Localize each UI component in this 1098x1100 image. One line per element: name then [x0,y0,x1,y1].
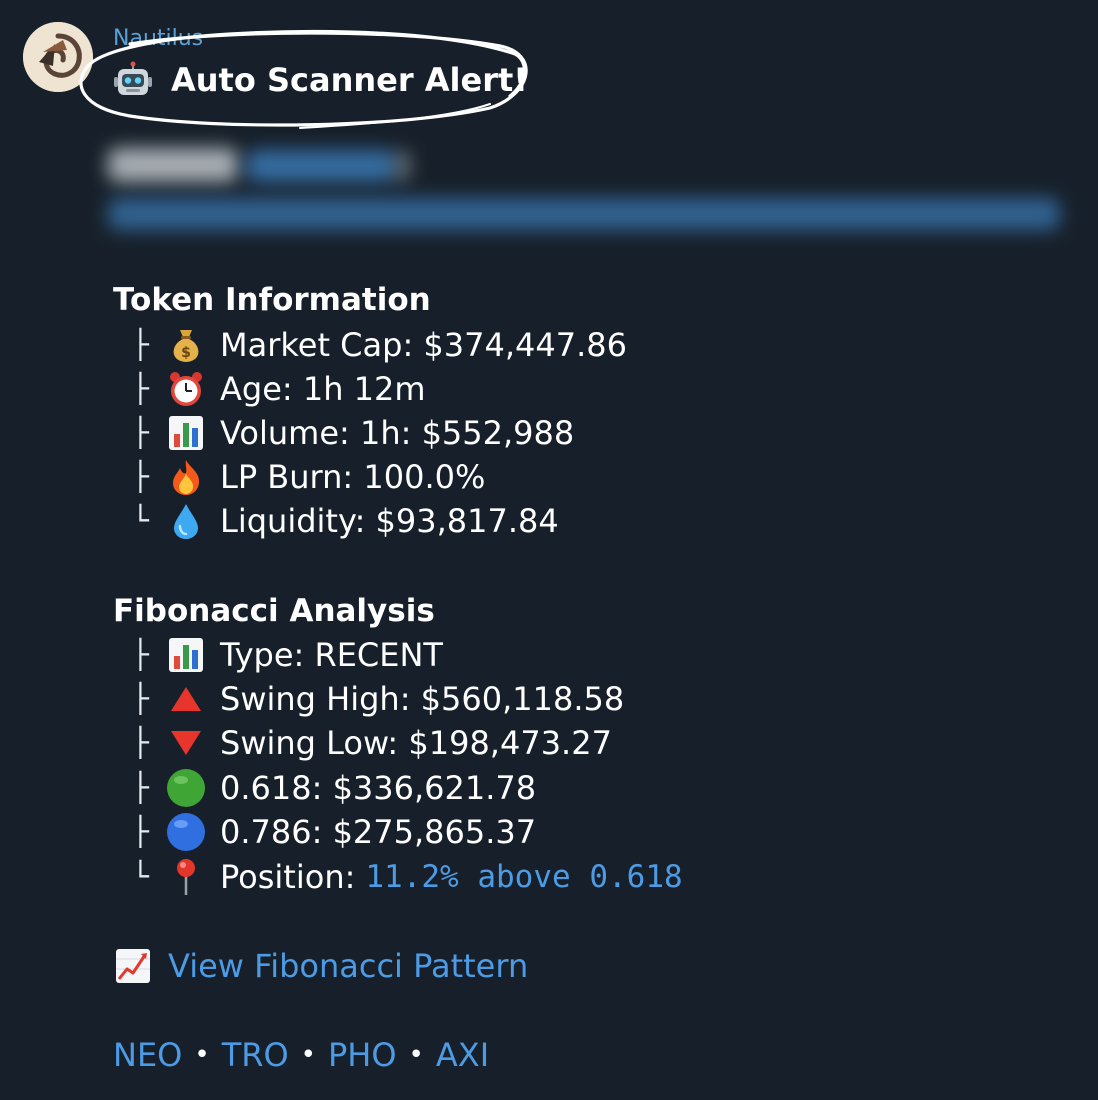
fib-row-swing-high: ├ Swing High: $560,118.58 [132,677,624,721]
swing-low-text: Swing Low: $198,473.27 [220,724,612,762]
robot-icon [113,60,153,100]
tree-branch: ├ [132,372,149,405]
tree-branch: ├ [132,416,149,449]
tag-separator: • [300,1040,316,1070]
tree-branch: ├ [132,682,149,715]
tree-branch: └ [132,860,149,893]
token-info-row-age: ├ Age: 1h 12m [132,367,426,411]
tree-branch: ├ [132,815,149,848]
alarm-clock-icon [166,369,206,409]
chart-increasing-icon [113,946,153,986]
age-text: Age: 1h 12m [220,370,426,408]
redacted-token-bracket [396,150,410,182]
message-title-row: Auto Scanner Alert! [113,58,528,102]
tree-branch: ├ [132,460,149,493]
tree-branch: └ [132,504,149,537]
tag-separator: • [194,1040,210,1070]
sender-name[interactable]: Nautilus [113,26,203,52]
tag-links: NEO • TRO • PHO • AXI [113,1033,489,1077]
money-bag-icon: $ [166,325,206,365]
token-info-row-lp-burn: ├ LP Burn: 100.0% [132,455,485,499]
view-fibonacci-pattern-link[interactable]: View Fibonacci Pattern [168,947,528,985]
droplet-icon [166,501,206,541]
fib-row-type: ├ Type: RECENT [132,633,443,677]
position-label: Position: [220,858,356,896]
redacted-token-symbol [246,150,396,182]
view-fibonacci-pattern-row: View Fibonacci Pattern [113,944,528,988]
redacted-contract-address[interactable] [108,198,1060,230]
pushpin-icon [166,857,206,897]
token-info-row-market-cap: ├ $ Market Cap: $374,447.86 [132,323,627,367]
fire-icon [166,457,206,497]
tag-link-pho[interactable]: PHO [328,1036,397,1074]
svg-text:$: $ [181,345,191,361]
type-text: Type: RECENT [220,636,443,674]
fib-row-0786: ├ 0.786: $275,865.37 [132,810,536,854]
position-value[interactable]: 11.2% above 0.618 [365,855,682,899]
tag-link-tro[interactable]: TRO [222,1036,289,1074]
blue-circle-icon [166,812,206,852]
token-info-row-volume: ├ Volume: 1h: $552,988 [132,411,574,455]
tag-separator: • [408,1040,424,1070]
green-circle-icon [166,768,206,808]
message-title: Auto Scanner Alert! [171,61,528,99]
fib-0786-text: 0.786: $275,865.37 [220,813,537,851]
tree-branch: ├ [132,771,149,804]
lp-burn-text: LP Burn: 100.0% [220,458,486,496]
red-triangle-up-icon [166,679,206,719]
tree-branch: ├ [132,726,149,759]
fib-0618-text: 0.618: $336,621.78 [220,769,537,807]
tree-branch: ├ [132,328,149,361]
token-info-row-liquidity: └ Liquidity: $93,817.84 [132,499,559,543]
swing-high-text: Swing High: $560,118.58 [220,680,625,718]
fib-row-swing-low: ├ Swing Low: $198,473.27 [132,721,612,765]
red-triangle-down-icon [166,723,206,763]
volume-text: Volume: 1h: $552,988 [220,414,575,452]
redacted-token-name [108,148,238,182]
bar-chart-icon [166,413,206,453]
tag-link-neo[interactable]: NEO [113,1036,182,1074]
fib-row-0618: ├ 0.618: $336,621.78 [132,766,536,810]
tree-branch: ├ [132,638,149,671]
tag-link-axi[interactable]: AXI [436,1036,489,1074]
market-cap-text: Market Cap: $374,447.86 [220,326,627,364]
fib-row-position: └ Position: 11.2% above 0.618 [132,855,683,899]
token-information-heading: Token Information [113,282,431,318]
bar-chart-icon [166,635,206,675]
nautilus-shell-icon [23,22,93,92]
avatar[interactable] [23,22,93,92]
liquidity-text: Liquidity: $93,817.84 [220,502,559,540]
fibonacci-analysis-heading: Fibonacci Analysis [113,593,435,629]
